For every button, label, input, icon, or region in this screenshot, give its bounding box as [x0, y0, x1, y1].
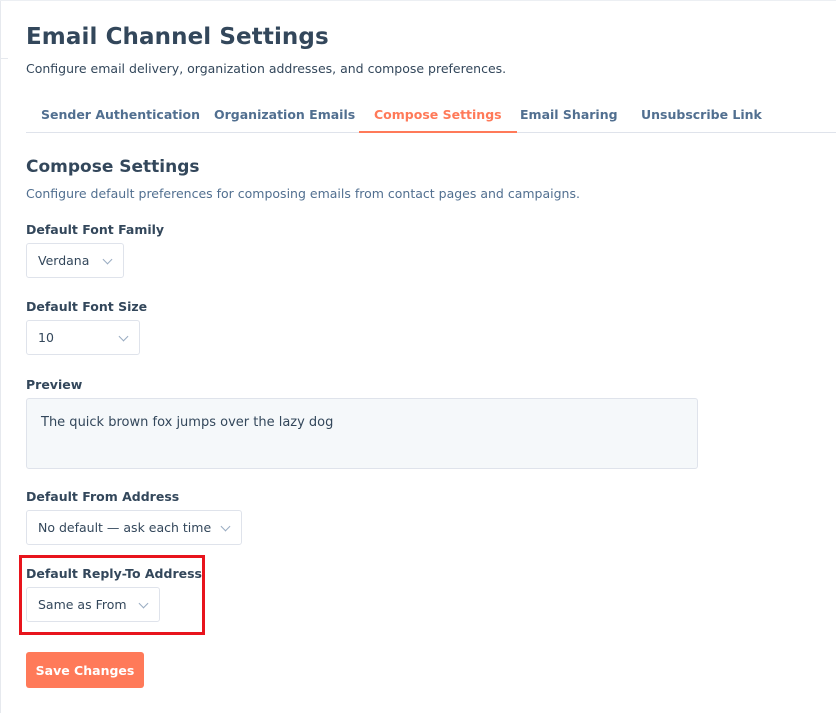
font-family-label: Default Font Family: [26, 222, 165, 237]
tab-organization-emails[interactable]: Organization Emails: [199, 98, 370, 133]
save-changes-button[interactable]: Save Changes: [26, 652, 144, 688]
font-size-value: 10: [38, 330, 54, 345]
chevron-down-icon: [118, 331, 129, 342]
font-family-select[interactable]: Verdana: [26, 243, 124, 278]
tab-unsubscribe-link[interactable]: Unsubscribe Link: [626, 98, 777, 133]
tab-email-sharing[interactable]: Email Sharing: [505, 98, 633, 133]
preview-box: The quick brown fox jumps over the lazy …: [26, 398, 698, 469]
frame-border-top: [0, 0, 836, 1]
font-size-select[interactable]: 10: [26, 320, 140, 355]
section-title: Compose Settings: [26, 157, 200, 177]
tab-compose-settings[interactable]: Compose Settings: [359, 98, 517, 133]
preview-label: Preview: [26, 377, 83, 392]
settings-tabs: Sender Authentication Organization Email…: [26, 98, 836, 133]
chevron-down-icon: [102, 254, 113, 265]
from-address-select[interactable]: No default — ask each time: [26, 510, 242, 545]
frame-border-left: [0, 0, 1, 713]
preview-text: The quick brown fox jumps over the lazy …: [41, 415, 334, 430]
tab-sender-authentication[interactable]: Sender Authentication: [26, 98, 215, 133]
page-subtitle: Configure email delivery, organization a…: [26, 61, 507, 76]
highlight-box: [19, 555, 205, 635]
page-title: Email Channel Settings: [26, 24, 329, 50]
section-description: Configure default preferences for compos…: [26, 186, 580, 201]
font-family-value: Verdana: [38, 253, 90, 268]
from-address-label: Default From Address: [26, 489, 180, 504]
chevron-down-icon: [220, 521, 231, 532]
font-size-label: Default Font Size: [26, 299, 148, 314]
frame-divider: [0, 58, 8, 59]
from-address-value: No default — ask each time: [38, 520, 212, 535]
